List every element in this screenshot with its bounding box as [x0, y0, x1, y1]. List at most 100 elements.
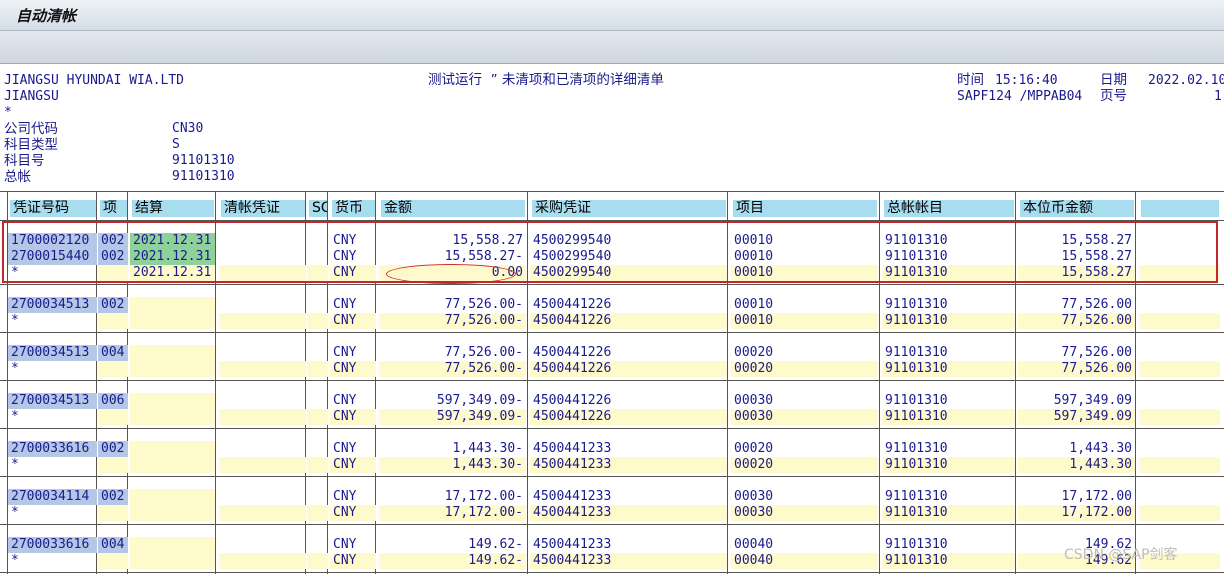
cell-amount: 15,558.27	[452, 233, 523, 248]
cell-po: 4500441226	[533, 297, 612, 312]
cell-item	[98, 457, 128, 473]
cell-gl: 91101310	[885, 249, 948, 264]
cell-item	[98, 409, 128, 425]
cell-item: 006	[98, 393, 128, 409]
table-cell	[1139, 393, 1220, 409]
company-name: JIANGSU HYUNDAI WIA.LTD	[4, 73, 185, 88]
table-cell	[219, 409, 306, 425]
cell-doc[interactable]: 2700034513	[8, 393, 97, 409]
cell-doc: *	[11, 265, 19, 280]
cell-doc[interactable]: 2700033616	[8, 537, 97, 553]
cell-po-item: 00010	[731, 313, 878, 329]
cell-clearing	[130, 345, 215, 361]
cell-local: 15,558.27	[1018, 265, 1135, 281]
cell-amount: 597,349.09-	[379, 409, 526, 425]
column-header[interactable]: 项	[100, 200, 127, 217]
cell-clearing	[130, 505, 215, 521]
column-divider	[1135, 191, 1136, 574]
column-divider	[527, 191, 528, 574]
column-header[interactable]: 采购凭证	[532, 200, 726, 217]
cell-amount: 149.62-	[379, 553, 526, 569]
table-cell	[307, 409, 328, 425]
cell-po: 4500441233	[530, 553, 727, 569]
cell-clearing	[130, 489, 215, 505]
table-cell	[219, 489, 306, 505]
application-toolbar	[0, 31, 1224, 64]
cell-amount: 15,558.27-	[444, 249, 523, 264]
column-header[interactable]: 金额	[381, 200, 525, 217]
cell-doc[interactable]: 2700034513	[8, 345, 97, 361]
cell-item: 002	[98, 233, 128, 249]
table-cell	[219, 361, 306, 377]
table-cell	[219, 457, 306, 473]
cell-currency: CNY	[333, 537, 357, 552]
cell-currency: CNY	[330, 265, 376, 281]
cell-po-item: 00040	[734, 537, 774, 552]
cell-doc[interactable]: 1700002120	[8, 233, 97, 249]
column-header[interactable]: 货币	[332, 200, 375, 217]
cell-po-item: 00010	[731, 265, 878, 281]
cell-po-item: 00020	[734, 345, 774, 360]
column-header[interactable]: 清帐凭证	[221, 200, 305, 217]
cell-gl: 91101310	[882, 553, 1015, 569]
column-header[interactable]: 项目	[733, 200, 877, 217]
cell-amount: 17,172.00-	[379, 505, 526, 521]
cell-po-item: 00020	[731, 361, 878, 377]
time-label: 时间	[957, 72, 984, 88]
table-cell	[1139, 409, 1220, 425]
cell-doc: *	[11, 457, 19, 472]
table-cell	[1139, 457, 1220, 473]
cell-clearing	[130, 313, 215, 329]
field-label: 科目号	[4, 153, 45, 169]
cell-item	[98, 505, 128, 521]
column-divider	[879, 191, 880, 574]
cell-doc[interactable]: 2700015440	[8, 249, 97, 265]
cell-item	[98, 313, 128, 329]
cell-currency: CNY	[330, 553, 376, 569]
page-value: 1	[1214, 89, 1222, 104]
cell-po: 4500441226	[530, 361, 727, 377]
column-header[interactable]: 本位币金额	[1020, 200, 1134, 217]
cell-amount: 77,526.00-	[379, 313, 526, 329]
table-cell	[1139, 249, 1220, 265]
cell-gl: 91101310	[882, 265, 1015, 281]
cell-po: 4500441233	[533, 489, 612, 504]
page-label: 页号	[1100, 88, 1127, 104]
column-header[interactable]: 总帐帐目	[884, 200, 1014, 217]
table-cell	[307, 553, 328, 569]
cell-po: 4500441233	[533, 537, 612, 552]
cell-gl: 91101310	[882, 457, 1015, 473]
table-cell	[1139, 361, 1220, 377]
column-header[interactable]	[1141, 200, 1219, 217]
cell-po-item: 00020	[731, 457, 878, 473]
column-header[interactable]: SG	[309, 200, 327, 217]
cell-amount: 0.00	[379, 265, 526, 281]
group-divider	[0, 284, 1224, 285]
cell-po-item: 00010	[734, 233, 774, 248]
cell-item: 002	[98, 489, 128, 505]
cell-clearing	[130, 553, 215, 569]
table-cell	[1139, 441, 1220, 457]
table-cell	[219, 249, 306, 265]
table-cell	[219, 233, 306, 249]
header-divider	[0, 220, 1224, 221]
cell-currency: CNY	[333, 233, 357, 248]
table-cell	[1139, 505, 1220, 521]
table-cell	[219, 537, 306, 553]
cell-po-item: 00010	[734, 249, 774, 264]
cell-doc[interactable]: 2700034114	[8, 489, 97, 505]
cell-po-item: 00020	[734, 441, 774, 456]
table-cell	[219, 505, 306, 521]
column-header[interactable]: 结算	[132, 200, 214, 217]
column-divider	[727, 191, 728, 574]
cell-po: 4500441226	[530, 313, 727, 329]
column-header[interactable]: 凭证号码	[10, 200, 96, 217]
cell-doc[interactable]: 2700034513	[8, 297, 97, 313]
table-cell	[307, 505, 328, 521]
cell-currency: CNY	[333, 345, 357, 360]
cell-doc[interactable]: 2700033616	[8, 441, 97, 457]
cell-currency: CNY	[330, 361, 376, 377]
cell-amount: 1,443.30-	[379, 457, 526, 473]
cell-local: 17,172.00	[1018, 505, 1135, 521]
table-cell	[1139, 313, 1220, 329]
